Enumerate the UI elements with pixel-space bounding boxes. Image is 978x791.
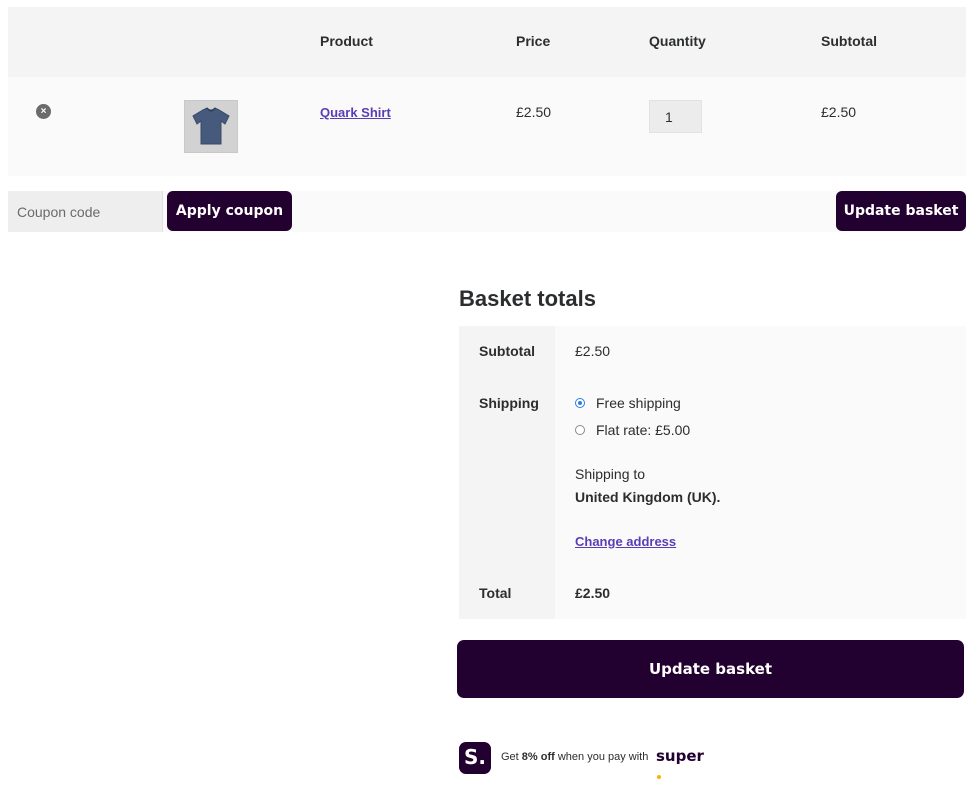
product-name-link[interactable]: Quark Shirt (320, 105, 391, 120)
free-shipping-radio[interactable] (575, 398, 585, 408)
remove-item-icon[interactable]: × (36, 104, 51, 119)
cart-table: Product Price Quantity Subtotal × Quark … (8, 7, 966, 176)
t-shirt-icon (192, 107, 230, 145)
super-badge-letter: S. (463, 745, 486, 769)
header-price: Price (516, 33, 551, 49)
subtotal-label: Subtotal (479, 343, 535, 359)
promo-discount: 8% off (521, 751, 555, 763)
totals-label-column (459, 326, 555, 619)
flat-rate-radio[interactable] (575, 425, 585, 435)
item-price: £2.50 (516, 104, 552, 120)
header-subtotal: Subtotal (821, 33, 877, 49)
promo-text-prefix: Get (501, 751, 522, 763)
free-shipping-label[interactable]: Free shipping (596, 395, 681, 411)
header-product: Product (320, 33, 373, 49)
shipping-destination: United Kingdom (UK). (575, 489, 721, 505)
cart-table-header: Product Price Quantity Subtotal (8, 7, 966, 77)
apply-coupon-button[interactable]: Apply coupon (167, 191, 292, 231)
total-value: £2.50 (575, 585, 611, 601)
shipping-label: Shipping (479, 395, 539, 411)
brand-dot-icon (657, 775, 661, 779)
subtotal-value: £2.50 (575, 343, 611, 359)
basket-totals-title: Basket totals (459, 286, 596, 311)
coupon-code-input[interactable] (8, 191, 163, 232)
product-thumbnail[interactable] (184, 100, 238, 153)
super-brand-text: super (656, 747, 704, 765)
promo-text: Get 8% off when you pay with (501, 751, 648, 763)
flat-rate-label[interactable]: Flat rate: £5.00 (596, 422, 690, 438)
super-logo-icon: S. (459, 742, 491, 774)
promo-text-suffix: when you pay with (554, 751, 649, 763)
item-subtotal: £2.50 (821, 104, 857, 120)
super-brand-wordmark: super (656, 747, 704, 783)
quantity-input[interactable] (649, 100, 702, 133)
total-label: Total (479, 585, 512, 601)
cart-actions: Apply coupon Update basket (8, 191, 966, 232)
header-quantity: Quantity (649, 33, 706, 49)
update-basket-button-large[interactable]: Update basket (457, 640, 964, 698)
shipping-to-text: Shipping to (575, 466, 646, 482)
update-basket-button[interactable]: Update basket (836, 191, 966, 231)
basket-totals-table: Subtotal £2.50 Shipping Free shipping Fl… (459, 326, 966, 619)
cart-item-row: × Quark Shirt £2.50 £2.50 (8, 77, 966, 176)
change-address-link[interactable]: Change address (575, 534, 676, 549)
